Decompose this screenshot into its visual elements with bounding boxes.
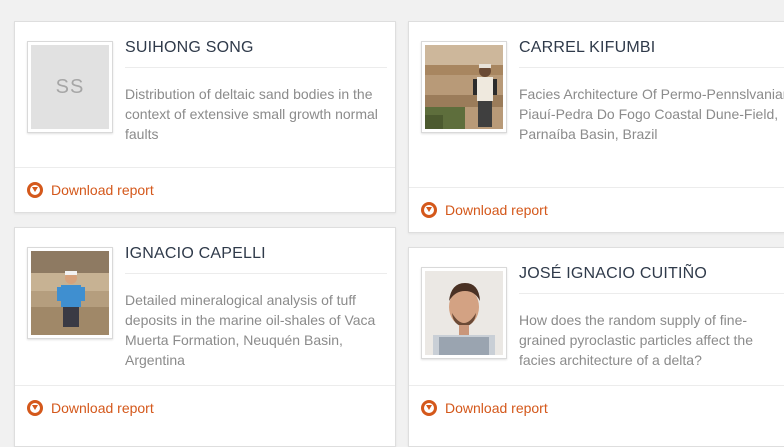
avatar-photo [31,251,109,335]
author-name: JOSÉ IGNACIO CUITIÑO [519,265,784,294]
download-circle-icon [421,400,437,416]
author-name: SUIHONG SONG [125,39,387,68]
download-report-link[interactable]: Download report [409,385,784,430]
download-label: Download report [51,400,154,416]
report-description: Facies Architecture Of Permo-Pennslvania… [519,86,784,142]
avatar-photo [425,271,503,355]
report-card: SS SUIHONG SONG Distribution of deltaic … [14,21,396,213]
download-circle-icon [421,202,437,218]
report-description: Detailed mineralogical analysis of tuff … [125,292,376,368]
report-description: Distribution of deltaic sand bodies in t… [125,86,378,142]
author-name: IGNACIO CAPELLI [125,245,387,274]
download-label: Download report [51,182,154,198]
report-card: JOSÉ IGNACIO CUITIÑO How does the random… [408,247,784,447]
avatar-photo [425,45,503,129]
download-circle-icon [27,400,43,416]
avatar [421,41,507,133]
download-label: Download report [445,400,548,416]
report-card: IGNACIO CAPELLI Detailed mineralogical a… [14,227,396,447]
download-report-link[interactable]: Download report [15,167,395,212]
avatar [421,267,507,359]
download-circle-icon [27,182,43,198]
avatar [27,247,113,339]
author-name: CARREL KIFUMBI [519,39,784,68]
download-report-link[interactable]: Download report [15,385,395,430]
report-card: CARREL KIFUMBI Facies Architecture Of Pe… [408,21,784,233]
avatar: SS [27,41,113,133]
report-description: How does the random supply of fine-grain… [519,312,753,368]
download-label: Download report [445,202,548,218]
download-report-link[interactable]: Download report [409,187,784,232]
avatar-initials: SS [31,45,109,129]
